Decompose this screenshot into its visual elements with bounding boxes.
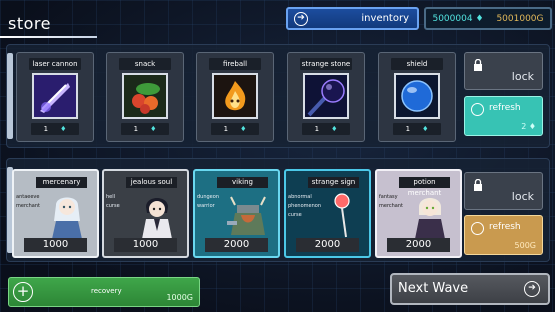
merc-name: potion merchant	[399, 177, 450, 197]
lock-icon	[474, 59, 482, 71]
merc-name: mercenary	[36, 177, 87, 188]
snack-icon	[122, 73, 168, 119]
gem-icon: ♦	[60, 125, 67, 133]
currency-display: 5000004 ♦ 5001000G	[424, 7, 552, 30]
enter-icon: ➔	[294, 12, 308, 26]
merc-traits: antaeeve merchant	[16, 194, 41, 209]
jealous-soul-portrait	[142, 198, 172, 239]
gem-icon: ♦	[150, 125, 157, 133]
refresh-label: refresh	[489, 222, 521, 232]
shop-item-snack[interactable]: snack 1 ♦	[106, 52, 184, 142]
merc-card-strange-sign[interactable]: strange sign abnormal phenomenon curse 2…	[284, 169, 371, 258]
merc-card-potion-merchant[interactable]: potion merchant fantasy merchant 2000	[375, 169, 462, 258]
title-underline	[0, 36, 97, 38]
merc-cost: 2000	[205, 238, 268, 252]
refresh-icon	[471, 222, 484, 235]
recovery-cost: 1000G	[166, 293, 193, 302]
merc-refresh-button[interactable]: refresh 500G	[464, 215, 543, 255]
item-price: 1 ♦	[31, 123, 79, 135]
merc-card-jealous-soul[interactable]: jealous soul hell curse 1000	[102, 169, 189, 258]
shield-icon	[394, 73, 440, 119]
merc-cost: 2000	[296, 238, 359, 252]
inventory-label: inventory	[361, 13, 409, 24]
lock-label: lock	[511, 190, 534, 203]
item-price: 1 ♦	[211, 123, 259, 135]
item-name: fireball	[209, 58, 261, 70]
gem-icon: ♦	[475, 13, 484, 24]
item-price: 1 ♦	[302, 123, 350, 135]
merc-traits: hell curse	[106, 194, 120, 209]
recovery-button[interactable]: + recovery 1000G	[8, 277, 200, 307]
lock-icon	[474, 179, 482, 191]
gem-icon: ♦	[528, 122, 536, 131]
item-name: shield	[391, 58, 443, 70]
gold-count: 5001000G	[496, 13, 544, 24]
gem-icon: ♦	[240, 125, 247, 133]
merc-cost: 1000	[24, 238, 87, 252]
gem-count: 5000004	[432, 13, 473, 24]
refresh-cost: 2 ♦	[521, 122, 536, 131]
viking-portrait	[227, 196, 266, 235]
next-wave-button[interactable]: Next Wave ➔	[390, 273, 550, 305]
shop-item-fireball[interactable]: fireball 1 ♦	[196, 52, 274, 142]
inventory-button[interactable]: ➔ inventory	[286, 7, 419, 30]
recovery-label: recovery	[91, 287, 122, 295]
shop-refresh-button[interactable]: refresh 2 ♦	[464, 96, 543, 136]
fireball-icon	[212, 73, 258, 119]
next-wave-label: Next Wave	[398, 281, 469, 296]
merc-traits: dungeon warrior	[197, 194, 219, 209]
shop-item-laser-cannon[interactable]: laser cannon 1 ♦	[16, 52, 94, 142]
merc-cost: 1000	[114, 238, 177, 252]
merc-name: jealous soul	[126, 177, 177, 188]
page-title: store	[8, 14, 51, 33]
refresh-cost: 500G	[514, 241, 536, 250]
merc-lock-button[interactable]: lock	[464, 172, 543, 210]
gem-icon: ♦	[422, 125, 429, 133]
merc-traits: fantasy merchant	[379, 194, 404, 209]
item-price: 1 ♦	[121, 123, 169, 135]
merc-name: strange sign	[308, 177, 359, 188]
merc-card-viking[interactable]: viking dungeon warrior 2000	[193, 169, 280, 258]
potion-merchant-portrait	[415, 198, 445, 239]
shop-item-strange-stone[interactable]: strange stone 1 ♦	[287, 52, 365, 142]
item-name: laser cannon	[29, 58, 81, 70]
item-price: 1 ♦	[393, 123, 441, 135]
merc-cost: 2000	[387, 238, 450, 252]
shop-lock-button[interactable]: lock	[464, 52, 543, 90]
laser-cannon-icon	[32, 73, 78, 119]
enter-icon: ➔	[524, 281, 540, 297]
gem-icon: ♦	[331, 125, 338, 133]
merc-name: viking	[217, 177, 268, 188]
plus-icon: +	[13, 282, 33, 302]
strange-stone-icon	[303, 73, 349, 119]
item-name: strange stone	[300, 58, 352, 70]
lock-label: lock	[511, 70, 534, 83]
merc-card-mercenary[interactable]: mercenary antaeeve merchant 1000	[12, 169, 99, 258]
strange-sign-portrait	[334, 193, 350, 238]
item-name: snack	[119, 58, 171, 70]
refresh-icon	[471, 103, 484, 116]
mercenary-portrait	[52, 197, 82, 239]
shop-item-shield[interactable]: shield 1 ♦	[378, 52, 456, 142]
refresh-label: refresh	[489, 103, 521, 113]
